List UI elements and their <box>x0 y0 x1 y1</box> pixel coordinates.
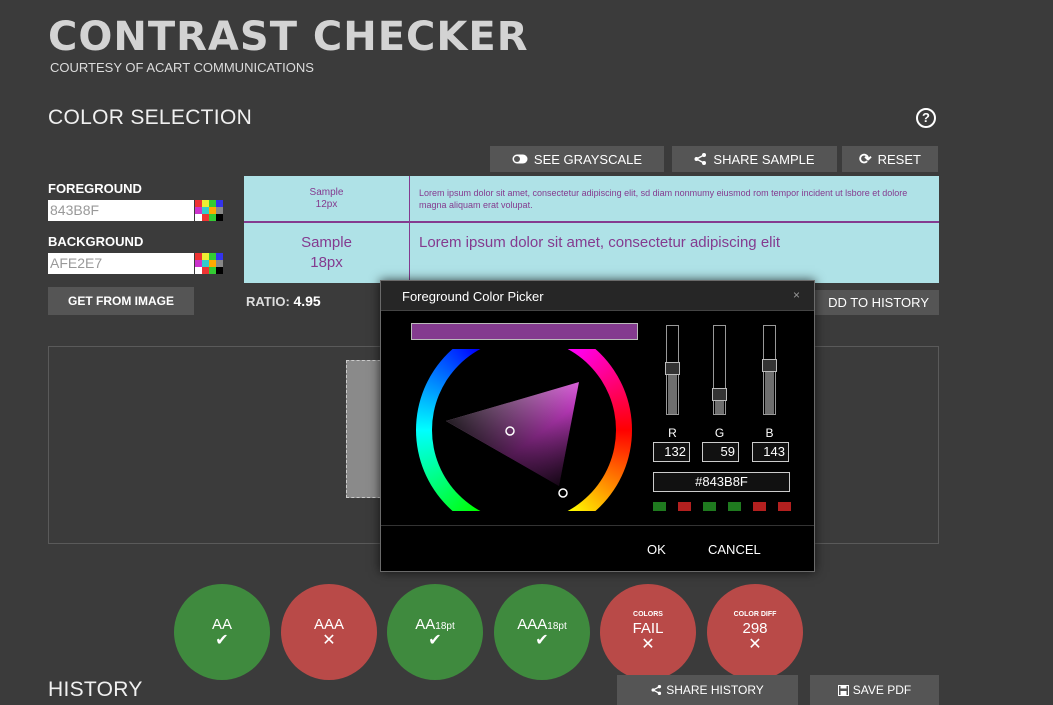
background-palette-icon[interactable] <box>195 253 223 274</box>
background-label: BACKGROUND <box>48 234 144 249</box>
sample-size: 12px <box>315 198 338 210</box>
refresh-icon: ⟳ <box>859 151 872 168</box>
badge-label: AA18pt <box>415 616 454 633</box>
close-icon[interactable]: × <box>793 288 800 302</box>
ok-button[interactable]: OK <box>647 542 666 557</box>
badge-level: AA <box>211 615 232 633</box>
badge-size-suffix: 18pt <box>547 620 567 632</box>
save-icon <box>837 684 849 696</box>
see-grayscale-button[interactable]: SEE GRAYSCALE <box>490 146 664 172</box>
history-heading: HISTORY <box>48 678 143 701</box>
foreground-input[interactable]: 843B8F <box>48 200 194 221</box>
green-label: G <box>714 426 725 440</box>
color-selection-heading: COLOR SELECTION <box>48 106 253 129</box>
contrast-ratio: RATIO: 4.95 <box>246 293 321 309</box>
sample-label: Sample <box>301 234 352 251</box>
check-icon: ✔ <box>428 631 442 649</box>
sample-size: 18px <box>310 254 343 271</box>
color-wheel[interactable] <box>411 349 637 511</box>
sample-size-cell: Sample 12px <box>244 176 410 221</box>
cancel-button[interactable]: CANCEL <box>708 542 761 557</box>
result-badge: AAA ✕ <box>281 584 377 680</box>
share-sample-label: SHARE SAMPLE <box>713 151 815 167</box>
page-subtitle: COURTESY OF ACART COMMUNICATIONS <box>50 60 314 75</box>
foreground-palette-icon[interactable] <box>195 200 223 221</box>
sample-label: Sample <box>309 186 344 198</box>
blue-slider-fill <box>765 365 774 414</box>
badge-caption: COLORS <box>633 611 663 618</box>
contrast-indicator <box>678 502 691 511</box>
badge-level: AA <box>415 615 436 633</box>
share-history-label: SHARE HISTORY <box>666 683 764 697</box>
check-icon: ✔ <box>535 631 549 649</box>
color-preview-swatch <box>411 323 638 340</box>
result-badge: AA ✔ <box>174 584 270 680</box>
share-history-button[interactable]: SHARE HISTORY <box>617 675 798 705</box>
badge-caption: COLOR DIFF <box>733 611 777 618</box>
ratio-value: 4.95 <box>293 293 321 309</box>
result-badge: AA18pt ✔ <box>387 584 483 680</box>
contrast-indicator <box>703 502 716 511</box>
blue-input[interactable]: 143 <box>752 442 789 462</box>
dialog-title: Foreground Color Picker <box>402 289 544 304</box>
foreground-color-picker-dialog: Foreground Color Picker × R G B 132 59 1… <box>380 280 815 572</box>
badge-label: AA <box>212 616 232 633</box>
cross-icon: ✕ <box>322 631 336 649</box>
help-icon[interactable]: ? <box>916 108 936 128</box>
dialog-footer: OK CANCEL <box>381 525 814 571</box>
share-sample-button[interactable]: SHARE SAMPLE <box>672 146 837 172</box>
save-pdf-label: SAVE PDF <box>852 683 912 697</box>
result-badge: COLORS FAIL ✕ <box>600 584 696 680</box>
share-icon <box>694 153 707 165</box>
sample-text-12px: Lorem ipsum dolor sit amet, consectetur … <box>419 188 908 210</box>
result-badge: AAA18pt ✔ <box>494 584 590 680</box>
contrast-indicator <box>778 502 791 511</box>
dialog-header: Foreground Color Picker × <box>381 281 814 311</box>
badge-label: AAA18pt <box>517 616 566 633</box>
green-slider-handle[interactable] <box>712 388 727 401</box>
blue-slider-handle[interactable] <box>762 359 777 372</box>
green-slider[interactable] <box>712 325 727 415</box>
hex-input[interactable]: #843B8F <box>653 472 790 492</box>
blue-label: B <box>765 426 774 440</box>
badge-label: AAA <box>314 616 344 633</box>
cross-icon: ✕ <box>748 636 762 653</box>
green-input[interactable]: 59 <box>702 442 739 462</box>
red-label: R <box>668 426 677 440</box>
blue-slider[interactable] <box>762 325 777 415</box>
red-slider-handle[interactable] <box>665 362 680 375</box>
contrast-indicator <box>728 502 741 511</box>
reset-label: RESET <box>877 151 921 167</box>
check-icon: ✔ <box>215 631 229 649</box>
badge-level: AAA <box>313 615 344 633</box>
badge-size-suffix: 18pt <box>435 620 455 632</box>
grayscale-toggle-icon <box>512 154 528 164</box>
foreground-label: FOREGROUND <box>48 181 142 196</box>
badge-label: FAIL <box>633 620 664 637</box>
ratio-label: RATIO: <box>246 294 290 309</box>
sample-size-cell: Sample 18px <box>244 223 410 283</box>
get-from-image-button[interactable]: GET FROM IMAGE <box>48 287 194 315</box>
cross-icon: ✕ <box>641 636 655 653</box>
badge-level: 298 <box>742 620 768 637</box>
page-title: CONTRAST CHECKER <box>48 14 529 60</box>
result-badge: COLOR DIFF 298 ✕ <box>707 584 803 680</box>
contrast-indicator <box>753 502 766 511</box>
save-pdf-button[interactable]: SAVE PDF <box>810 675 939 705</box>
sample-row-18px: Sample 18px Lorem ipsum dolor sit amet, … <box>244 223 939 283</box>
share-icon <box>651 685 662 695</box>
reset-button[interactable]: ⟳ RESET <box>842 146 938 172</box>
background-input[interactable]: AFE2E7 <box>48 253 194 274</box>
contrast-indicator <box>653 502 666 511</box>
red-slider[interactable] <box>665 325 680 415</box>
badge-level: FAIL <box>632 620 664 637</box>
sample-row-12px: Sample 12px Lorem ipsum dolor sit amet, … <box>244 176 939 223</box>
sample-text-18px: Lorem ipsum dolor sit amet, consectetur … <box>419 234 780 251</box>
badge-level: AAA <box>517 615 548 633</box>
sample-preview: Sample 12px Lorem ipsum dolor sit amet, … <box>244 176 939 283</box>
red-input[interactable]: 132 <box>653 442 690 462</box>
see-grayscale-label: SEE GRAYSCALE <box>533 151 643 167</box>
badge-label: 298 <box>742 620 767 637</box>
